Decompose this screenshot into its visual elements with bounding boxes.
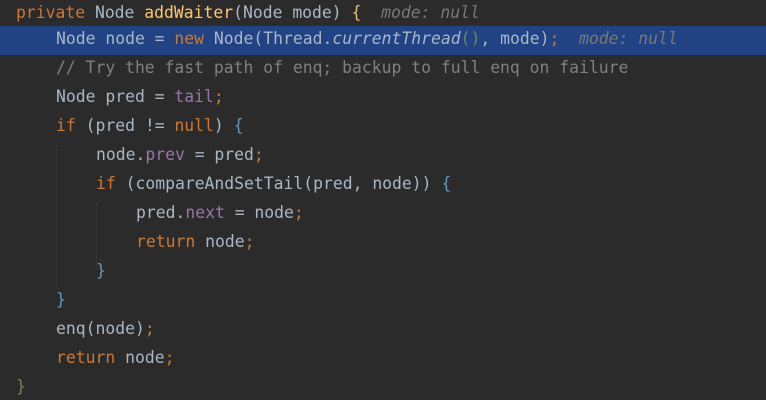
- code-token: node: [195, 232, 245, 251]
- code-token: (pred !=: [75, 116, 175, 135]
- code-token: }: [16, 377, 26, 396]
- code-text: }: [56, 287, 66, 312]
- code-token: = node: [224, 203, 294, 222]
- code-line[interactable]: private Node addWaiter(Node mode) { mode…: [0, 0, 766, 29]
- code-token: , mode): [480, 29, 550, 48]
- code-token: (): [460, 29, 481, 48]
- code-editor[interactable]: private Node addWaiter(Node mode) { mode…: [0, 0, 766, 400]
- code-line[interactable]: node.prev = pred;: [0, 142, 766, 171]
- code-token: addWaiter: [144, 3, 234, 22]
- code-text: }: [96, 258, 106, 283]
- code-text: Node pred = tail;: [56, 84, 224, 109]
- code-token: prev: [145, 145, 185, 164]
- code-token: Node(Thread.: [204, 29, 333, 48]
- code-token: (compareAndSetTail(pred, node)): [115, 174, 442, 193]
- code-token: ;: [549, 29, 560, 48]
- code-text: pred.next = node;: [136, 200, 304, 225]
- code-line[interactable]: }: [0, 287, 766, 316]
- code-line[interactable]: // Try the fast path of enq; backup to f…: [0, 55, 766, 84]
- code-token: Node: [85, 3, 145, 22]
- code-line[interactable]: return node;: [0, 229, 766, 258]
- code-token: tail: [174, 87, 214, 106]
- code-token: = pred: [184, 145, 254, 164]
- code-text: // Try the fast path of enq; backup to f…: [56, 55, 628, 80]
- code-token: private: [16, 3, 86, 22]
- code-token: Node node =: [56, 29, 175, 48]
- code-token: node.: [96, 145, 146, 164]
- code-token: ;: [293, 203, 304, 222]
- code-token: node: [115, 348, 165, 367]
- code-token: }: [96, 261, 106, 280]
- code-token: currentThread: [332, 29, 461, 48]
- code-line-current[interactable]: Node node = new Node(Thread.currentThrea…: [0, 26, 766, 55]
- code-token: }: [56, 290, 66, 309]
- code-token: return: [136, 232, 196, 251]
- code-token: ;: [144, 319, 155, 338]
- parameter-hint: mode: null: [361, 3, 480, 22]
- code-token: ): [213, 116, 234, 135]
- code-text: return node;: [56, 345, 174, 370]
- code-token: if: [96, 174, 116, 193]
- code-line[interactable]: pred.next = node;: [0, 200, 766, 229]
- parameter-hint: mode: null: [559, 29, 678, 48]
- code-token: return: [56, 348, 116, 367]
- code-text: enq(node);: [56, 316, 155, 341]
- code-line[interactable]: if (pred != null) {: [0, 113, 766, 142]
- code-token: {: [351, 3, 362, 22]
- code-text: Node node = new Node(Thread.currentThrea…: [56, 26, 678, 51]
- code-token: ;: [164, 348, 175, 367]
- code-token: ;: [213, 87, 224, 106]
- code-token: ;: [244, 232, 255, 251]
- code-text: private Node addWaiter(Node mode) { mode…: [16, 0, 480, 25]
- code-text: if (pred != null) {: [56, 113, 244, 138]
- code-text: }: [16, 374, 26, 399]
- code-token: ;: [253, 145, 264, 164]
- code-token: next: [185, 203, 225, 222]
- code-token: {: [233, 116, 244, 135]
- code-text: if (compareAndSetTail(pred, node)) {: [96, 171, 451, 196]
- code-line[interactable]: Node pred = tail;: [0, 84, 766, 113]
- code-line[interactable]: if (compareAndSetTail(pred, node)) {: [0, 171, 766, 200]
- code-text: node.prev = pred;: [96, 142, 264, 167]
- code-line[interactable]: enq(node);: [0, 316, 766, 345]
- code-line[interactable]: }: [0, 374, 766, 400]
- code-token: // Try the fast path of enq; backup to f…: [56, 58, 629, 77]
- code-token: {: [441, 174, 452, 193]
- code-token: (Node mode): [233, 3, 352, 22]
- code-line[interactable]: }: [0, 258, 766, 287]
- code-text: return node;: [136, 229, 254, 254]
- code-token: new: [174, 29, 205, 48]
- code-token: Node pred =: [56, 87, 175, 106]
- code-token: enq(node): [56, 319, 145, 338]
- code-token: pred.: [136, 203, 186, 222]
- code-token: null: [174, 116, 214, 135]
- code-line[interactable]: return node;: [0, 345, 766, 374]
- code-token: if: [56, 116, 76, 135]
